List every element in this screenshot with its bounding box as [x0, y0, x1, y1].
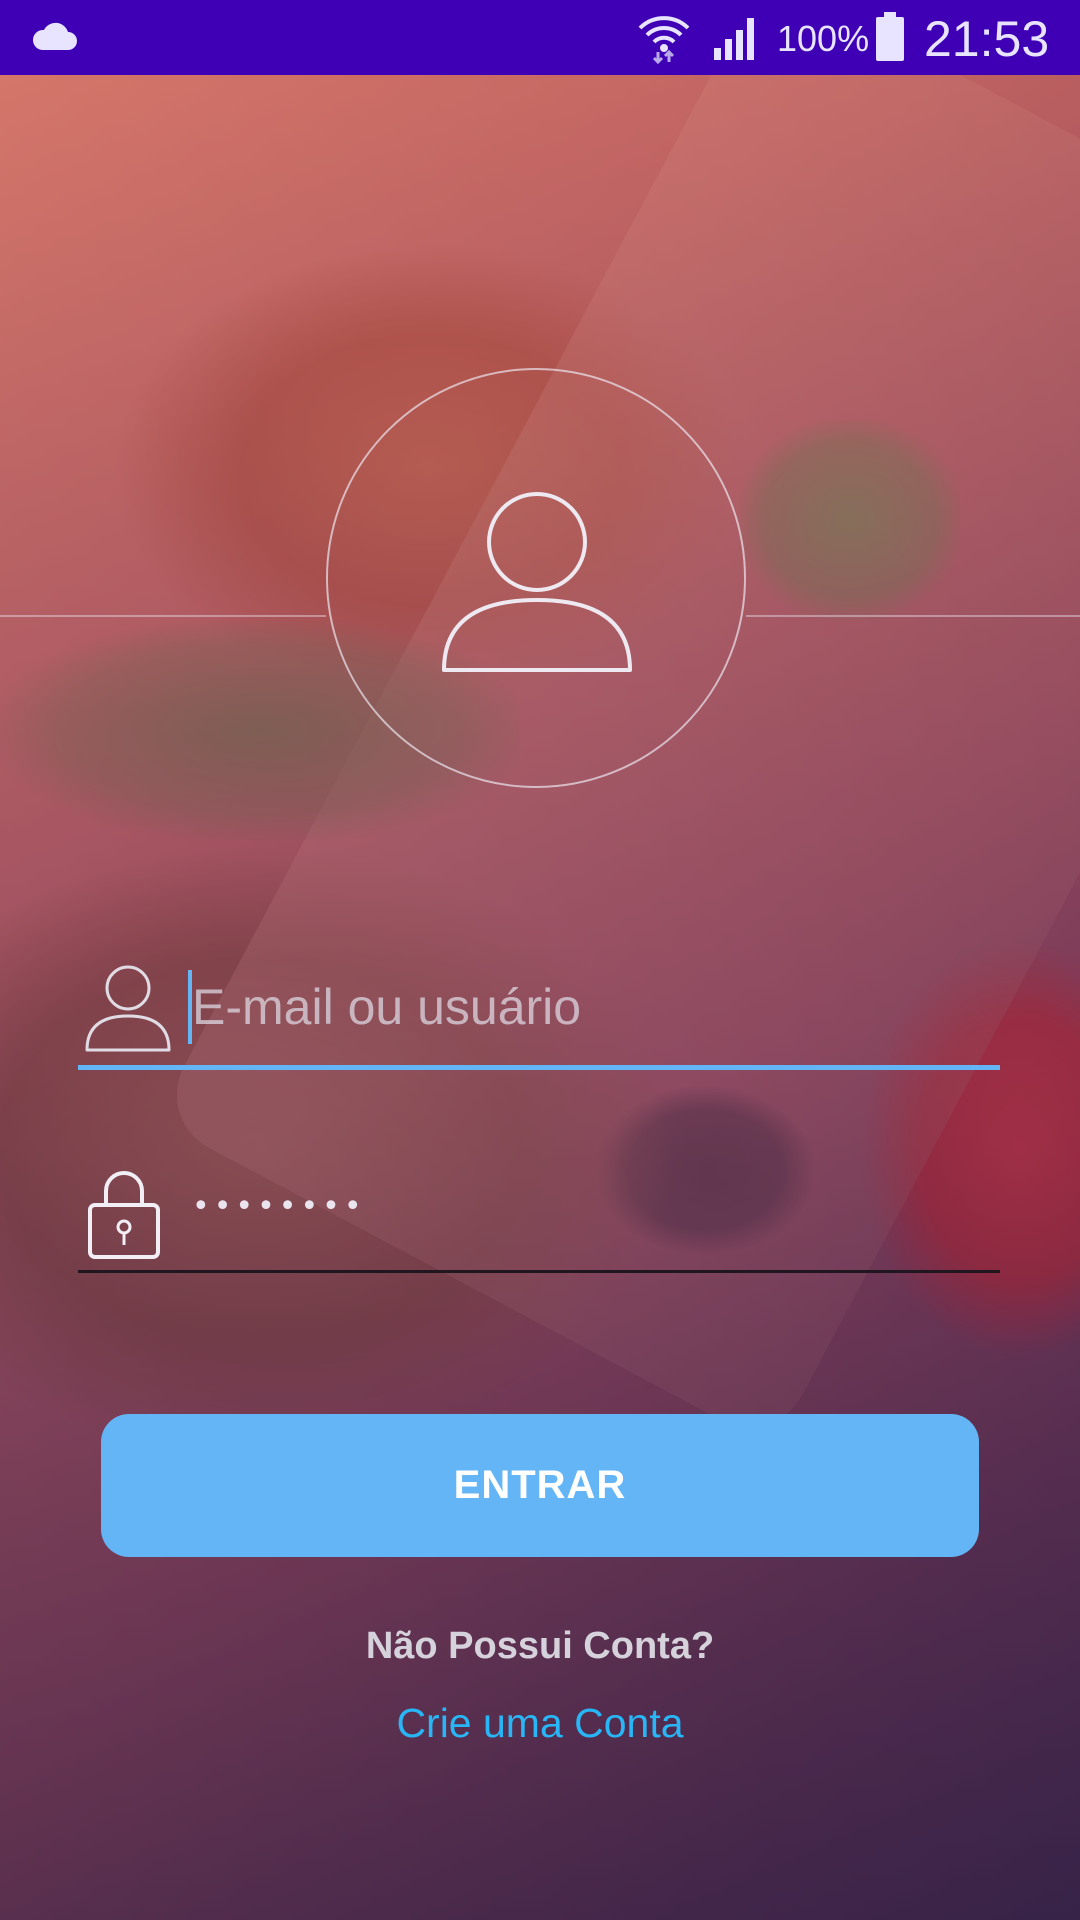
divider	[746, 615, 1080, 617]
cloud-icon	[32, 22, 77, 50]
password-input[interactable]: ••••••••	[188, 1177, 982, 1267]
person-icon	[442, 492, 632, 672]
password-field: ••••••••	[78, 1155, 1000, 1273]
divider	[0, 615, 326, 617]
lock-icon	[88, 1171, 160, 1259]
signal-icon	[714, 18, 754, 60]
create-account-link-container: Crie uma Conta	[0, 1700, 1080, 1747]
person-icon	[85, 965, 171, 1052]
email-input[interactable]	[188, 962, 982, 1052]
battery-icon	[876, 12, 904, 61]
clock: 21:53	[924, 11, 1050, 67]
create-account-link[interactable]: Crie uma Conta	[396, 1700, 683, 1746]
login-screen: 100% 21:53 •••••••• ENTRAR Não Poss	[0, 0, 1080, 1920]
enter-button[interactable]: ENTRAR	[101, 1414, 979, 1557]
battery-percentage: 100%	[777, 18, 870, 59]
text-caret	[188, 970, 192, 1044]
no-account-text: Não Possui Conta?	[365, 1625, 715, 1667]
status-bar: 100% 21:53	[0, 0, 1080, 75]
email-field	[78, 950, 1000, 1070]
wifi-icon	[638, 16, 690, 64]
